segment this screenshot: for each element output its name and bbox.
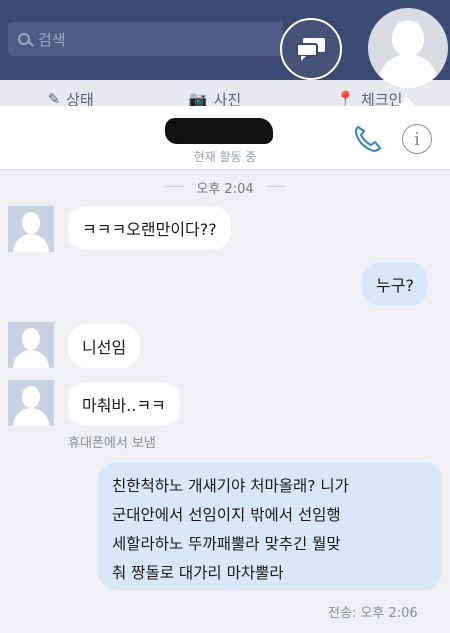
search-input[interactable]: 검색 [8, 22, 283, 56]
search-icon [18, 33, 30, 45]
outgoing-message: 누구? [362, 262, 428, 306]
search-placeholder: 검색 [38, 30, 66, 49]
messages-chathead[interactable] [280, 18, 342, 80]
redacted-contact-name [165, 118, 273, 144]
info-icon[interactable]: i [402, 124, 432, 154]
incoming-message: 마춰바..ㅋㅋ [68, 382, 180, 426]
message-line: 춰 짱돌로 대가리 마차뿔라 [112, 564, 284, 582]
phone-icon[interactable] [350, 122, 384, 156]
contact-chathead-avatar[interactable] [368, 8, 448, 88]
incoming-message: 니선임 [68, 324, 141, 368]
chat-header: 현재 활동 중 i [0, 97, 450, 170]
sent-timestamp: 전송: 오후 2:06 [328, 606, 418, 621]
chat-bubbles-icon [296, 38, 325, 61]
message-line: 세할라하노 뚜까패뿔라 맞추긴 뭘맞 [112, 535, 341, 553]
sent-from-mobile-note: 휴대폰에서 보냄 [68, 436, 156, 451]
message-line: 군대안에서 선임이지 밖에서 선임행 [112, 506, 341, 524]
outgoing-message: 친한척하노 개새기야 처마올래? 니가 군대안에서 선임이지 밖에서 선임행 세… [98, 462, 442, 590]
sender-avatar[interactable] [8, 380, 54, 426]
divider [266, 186, 286, 187]
sender-avatar[interactable] [8, 322, 54, 368]
message-line: 친한척하노 개새기야 처마올래? 니가 [112, 477, 349, 495]
sender-avatar[interactable] [8, 206, 54, 252]
incoming-message: ㅋㅋㅋ오랜만이다?? [68, 206, 231, 250]
conversation-timestamp: 오후 2:04 [196, 182, 254, 197]
